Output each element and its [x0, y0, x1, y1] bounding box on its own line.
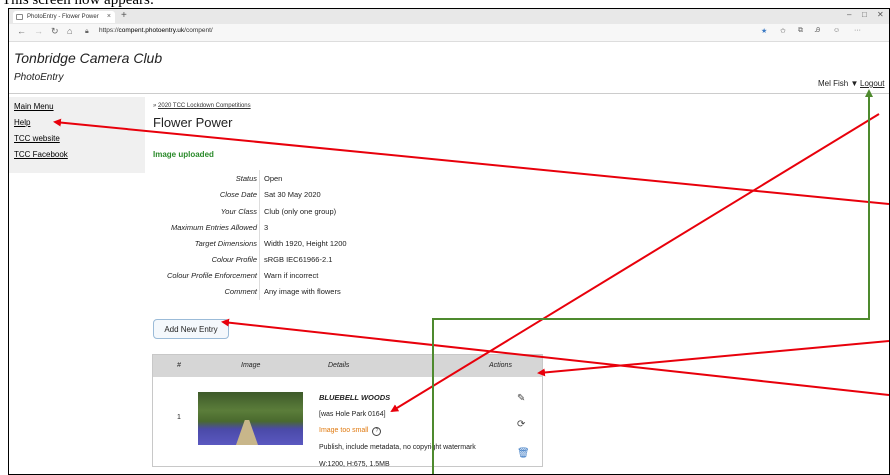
- red-arrow-add-entry: [221, 318, 889, 396]
- annotation-arrows: [53, 89, 889, 474]
- red-arrow-actions: [537, 340, 889, 377]
- red-arrow-help: [53, 118, 889, 205]
- browser-window: PhotoEntry - Flower Power × + – □ ✕ ← → …: [8, 8, 890, 475]
- green-arrow-logout: [432, 89, 873, 474]
